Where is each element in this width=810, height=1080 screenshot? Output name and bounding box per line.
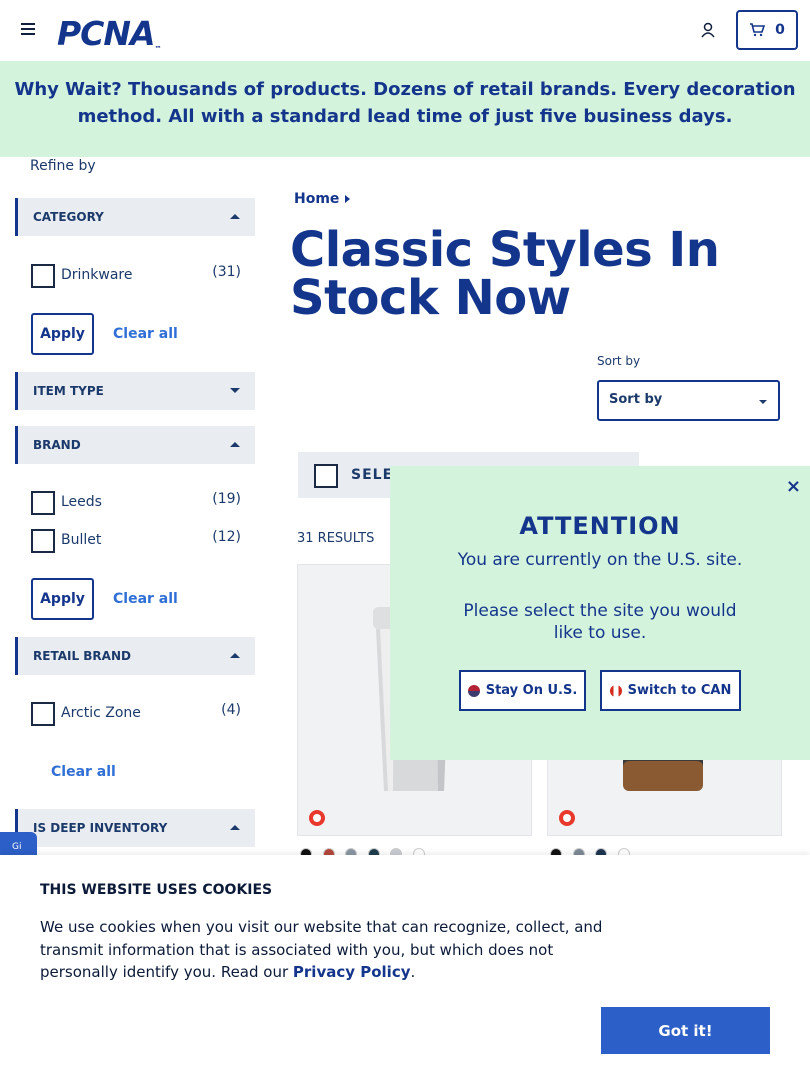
menu-icon[interactable] <box>21 23 35 37</box>
switch-can-button[interactable]: Switch to CAN <box>600 670 741 711</box>
stay-us-label: Stay On U.S. <box>485 683 578 698</box>
breadcrumb-arrow-icon <box>345 195 351 203</box>
apply-button[interactable]: Apply <box>31 578 94 620</box>
sort-select[interactable]: Sort by <box>597 380 780 421</box>
us-flag-icon <box>467 684 480 697</box>
got-it-button[interactable]: Got it! <box>601 1007 770 1054</box>
refine-label: Refine by <box>30 158 96 174</box>
results-count: 31 RESULTS <box>297 531 375 546</box>
account-icon[interactable] <box>699 21 717 39</box>
cart-button[interactable]: 0 <box>736 10 798 50</box>
cookie-banner: THIS WEBSITE USES COOKIES We use cookies… <box>0 855 810 1080</box>
cart-count: 0 <box>775 22 785 38</box>
cookie-text: We use cookies when you visit our websit… <box>40 916 620 984</box>
sort-label: Sort by <box>597 354 641 368</box>
facet-category[interactable]: CATEGORY <box>15 198 255 236</box>
banner-lead: Why Wait? <box>14 79 122 100</box>
facet-title: ITEM TYPE <box>33 384 104 398</box>
option-count: (31) <box>212 264 241 280</box>
facet-option-arctic-zone[interactable]: Arctic Zone (4) <box>31 702 243 726</box>
facet-item-type[interactable]: ITEM TYPE <box>15 372 255 410</box>
breadcrumb-home[interactable]: Home <box>294 191 339 207</box>
checkbox[interactable] <box>31 491 55 515</box>
clear-all-link[interactable]: Clear all <box>113 326 178 342</box>
option-label: Bullet <box>61 532 102 548</box>
clear-all-link[interactable]: Clear all <box>51 764 116 780</box>
facet-deep-inventory[interactable]: IS DEEP INVENTORY <box>15 809 255 847</box>
chevron-down-icon <box>230 388 240 393</box>
option-count: (19) <box>212 491 241 507</box>
cookie-title: THIS WEBSITE USES COOKIES <box>40 882 273 898</box>
checkbox[interactable] <box>31 702 55 726</box>
breadcrumb[interactable]: Home <box>294 191 351 207</box>
facet-title: RETAIL BRAND <box>33 649 131 663</box>
facet-title: IS DEEP INVENTORY <box>33 821 168 835</box>
logo-tm: ™ <box>154 45 162 53</box>
banner-text: Thousands of products. Dozens of retail … <box>77 79 796 127</box>
facet-title: BRAND <box>33 438 81 452</box>
chevron-down-icon <box>759 400 767 404</box>
facet-option-drinkware[interactable]: Drinkware (31) <box>31 264 243 288</box>
chevron-up-icon <box>230 825 240 830</box>
option-label: Arctic Zone <box>61 705 141 721</box>
facet-option-bullet[interactable]: Bullet (12) <box>31 529 243 553</box>
modal-title: ATTENTION <box>519 512 681 540</box>
checkbox[interactable] <box>31 529 55 553</box>
logo-text: PCNA <box>57 14 156 53</box>
pcna-logo[interactable]: PCNA™ <box>57 14 162 53</box>
stock-badge-icon <box>309 810 325 826</box>
privacy-policy-link[interactable]: Privacy Policy <box>293 963 411 981</box>
chevron-up-icon <box>230 442 240 447</box>
cart-icon <box>750 23 766 37</box>
region-modal: × ATTENTION You are currently on the U.S… <box>390 466 810 760</box>
modal-prompt: Please select the site you would like to… <box>463 601 737 643</box>
facet-title: CATEGORY <box>33 210 104 224</box>
facet-brand[interactable]: BRAND <box>15 426 255 464</box>
apply-button[interactable]: Apply <box>31 313 94 355</box>
stock-badge-icon <box>559 810 575 826</box>
cookie-end: . <box>410 963 416 981</box>
sort-value: Sort by <box>609 392 663 407</box>
modal-message: You are currently on the U.S. site. <box>457 550 743 570</box>
promo-banner: Why Wait? Thousands of products. Dozens … <box>0 61 810 157</box>
stay-us-button[interactable]: Stay On U.S. <box>459 670 586 711</box>
option-count: (4) <box>221 702 241 718</box>
canada-flag-icon <box>609 684 622 697</box>
chevron-up-icon <box>230 653 240 658</box>
switch-can-label: Switch to CAN <box>627 683 732 698</box>
option-count: (12) <box>212 529 241 545</box>
facet-option-leeds[interactable]: Leeds (19) <box>31 491 243 515</box>
clear-all-link[interactable]: Clear all <box>113 591 178 607</box>
close-icon[interactable]: × <box>786 476 801 497</box>
select-all-checkbox[interactable] <box>314 464 338 488</box>
facet-retail-brand[interactable]: RETAIL BRAND <box>15 637 255 675</box>
page-title: Classic Styles In Stock Now <box>290 222 720 326</box>
option-label: Drinkware <box>61 267 133 283</box>
site-header: PCNA™ 0 <box>0 0 810 61</box>
checkbox[interactable] <box>31 264 55 288</box>
chevron-up-icon <box>230 214 240 219</box>
option-label: Leeds <box>61 494 102 510</box>
